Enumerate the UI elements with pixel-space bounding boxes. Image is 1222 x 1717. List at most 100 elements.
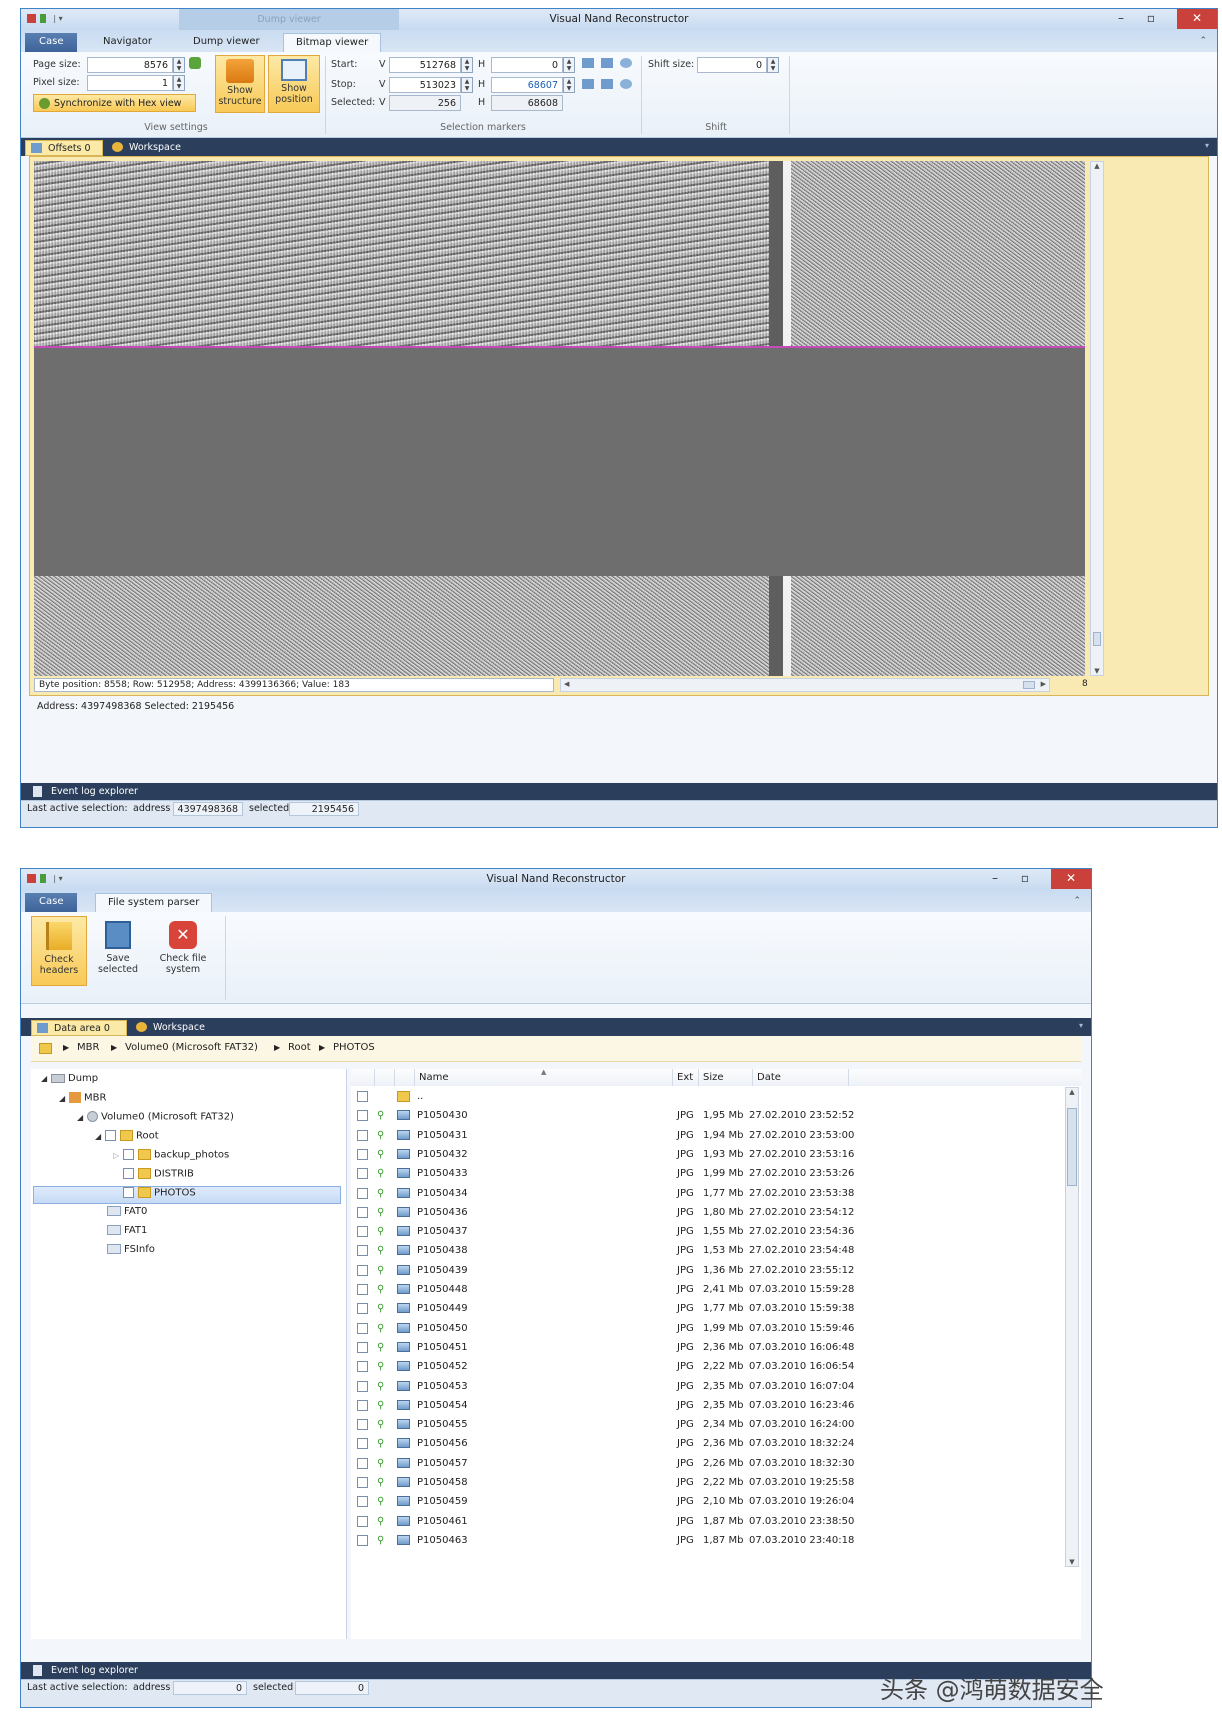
root-checkbox[interactable] bbox=[105, 1130, 116, 1141]
tab-navigator[interactable]: Navigator bbox=[91, 33, 164, 52]
table-row[interactable]: ⚲ P1050430 JPG 1,95 Mb 27.02.2010 23:52:52 bbox=[351, 1106, 1063, 1125]
tree-node-fat1[interactable]: FAT1 bbox=[107, 1225, 147, 1243]
row-checkbox[interactable] bbox=[357, 1148, 368, 1160]
start-v-spinner[interactable]: ▲ ▼ bbox=[461, 57, 473, 73]
scroll-right-icon[interactable]: ▶ bbox=[1041, 680, 1046, 688]
table-row[interactable]: ⚲ P1050459 JPG 2,10 Mb 07.03.2010 19:26:04 bbox=[351, 1492, 1063, 1511]
tree-node-mbr[interactable]: ◢ MBR bbox=[59, 1092, 106, 1110]
row-checkbox[interactable] bbox=[357, 1091, 368, 1102]
bitmap-top-right[interactable] bbox=[791, 161, 1085, 347]
row-checkbox[interactable] bbox=[357, 1380, 368, 1392]
close-button[interactable]: ✕ bbox=[1051, 869, 1091, 889]
horizontal-scrollbar[interactable]: ◀ ▶ bbox=[560, 678, 1050, 692]
tab-bitmap-viewer[interactable]: Bitmap viewer bbox=[283, 33, 382, 52]
table-row[interactable]: ⚲ P1050436 JPG 1,80 Mb 27.02.2010 23:54:12 bbox=[351, 1203, 1063, 1222]
row-checkbox[interactable] bbox=[357, 1187, 368, 1199]
tab-data-area[interactable]: Data area 0 ✕ bbox=[31, 1020, 127, 1045]
stop-h-spinner[interactable]: ▲ ▼ bbox=[563, 77, 575, 93]
tab-case[interactable]: Case bbox=[25, 33, 78, 52]
row-checkbox[interactable] bbox=[357, 1264, 368, 1276]
list-item-parent[interactable]: .. bbox=[351, 1087, 1063, 1106]
row-checkbox[interactable] bbox=[357, 1206, 368, 1218]
row-checkbox[interactable] bbox=[357, 1322, 368, 1334]
tree-node-root[interactable]: ◢ Root bbox=[95, 1130, 159, 1148]
table-row[interactable]: ⚲ P1050454 JPG 2,35 Mb 07.03.2010 16:23:46 bbox=[351, 1396, 1063, 1415]
row-checkbox[interactable] bbox=[357, 1245, 368, 1257]
breadcrumb-photos[interactable]: PHOTOS bbox=[333, 1042, 375, 1053]
table-row[interactable]: ⚲ P1050448 JPG 2,41 Mb 07.03.2010 15:59:28 bbox=[351, 1280, 1063, 1299]
row-checkbox[interactable] bbox=[357, 1341, 368, 1353]
row-checkbox[interactable] bbox=[357, 1284, 368, 1295]
pixel-size-spinner[interactable]: ▲ ▼ bbox=[173, 75, 185, 91]
stop-v-spinner[interactable]: ▲ ▼ bbox=[461, 77, 473, 93]
row-checkbox[interactable] bbox=[357, 1496, 368, 1508]
row-checkbox[interactable] bbox=[357, 1399, 368, 1411]
tab-case[interactable]: Case bbox=[25, 893, 78, 912]
tree-node-distrib[interactable]: DISTRIB bbox=[123, 1168, 194, 1186]
event-log-bar[interactable]: Event log explorer bbox=[21, 783, 1217, 800]
row-checkbox[interactable] bbox=[357, 1110, 368, 1122]
distrib-checkbox[interactable] bbox=[123, 1168, 134, 1179]
breadcrumb-volume[interactable]: Volume0 (Microsoft FAT32) bbox=[125, 1042, 258, 1053]
maximize-button[interactable]: ▫ bbox=[1011, 869, 1039, 889]
start-h-input[interactable]: 0 bbox=[491, 57, 563, 73]
hscroll-thumb[interactable] bbox=[1023, 681, 1035, 689]
row-checkbox[interactable] bbox=[357, 1477, 368, 1488]
row-checkbox[interactable] bbox=[357, 1361, 368, 1373]
column-ext[interactable]: Ext bbox=[673, 1069, 699, 1086]
table-row[interactable]: ⚲ P1050433 JPG 1,99 Mb 27.02.2010 23:53:26 bbox=[351, 1164, 1063, 1183]
tab-workspace[interactable]: Workspace bbox=[131, 1020, 213, 1036]
minimize-button[interactable]: – bbox=[1107, 9, 1135, 29]
select-stop-icon[interactable] bbox=[620, 79, 632, 89]
bitmap-top-left[interactable] bbox=[34, 161, 769, 347]
table-row[interactable]: ⚲ P1050455 JPG 2,34 Mb 07.03.2010 16:24:00 bbox=[351, 1415, 1063, 1434]
row-checkbox[interactable] bbox=[357, 1226, 368, 1238]
select-start-icon[interactable] bbox=[620, 58, 632, 68]
row-checkbox[interactable] bbox=[357, 1457, 368, 1469]
breadcrumb-mbr[interactable]: MBR bbox=[77, 1042, 99, 1053]
row-checkbox[interactable] bbox=[357, 1515, 368, 1527]
tab-offsets[interactable]: Offsets 0 ✕ bbox=[25, 140, 103, 165]
page-size-spinner[interactable]: ▲ ▼ bbox=[173, 57, 185, 73]
goto-start-end-icon[interactable] bbox=[601, 58, 613, 68]
tree-node-volume[interactable]: ◢ Volume0 (Microsoft FAT32) bbox=[77, 1111, 234, 1129]
file-list-scrollbar[interactable]: ▲ ▼ bbox=[1065, 1087, 1079, 1567]
row-checkbox[interactable] bbox=[357, 1168, 368, 1180]
stop-v-input[interactable]: 513023 bbox=[389, 77, 461, 93]
ribbon-collapse-icon[interactable]: ⌃ bbox=[1199, 36, 1207, 46]
row-checkbox[interactable] bbox=[357, 1419, 368, 1431]
save-selected-button[interactable]: Save selected bbox=[93, 916, 143, 986]
column-date[interactable]: Date bbox=[753, 1069, 849, 1086]
scroll-left-icon[interactable]: ◀ bbox=[564, 680, 569, 688]
close-button[interactable]: ✕ bbox=[1177, 9, 1217, 29]
bitmap-selection-band[interactable] bbox=[34, 348, 1085, 576]
start-v-input[interactable]: 512768 bbox=[389, 57, 461, 73]
start-h-spinner[interactable]: ▲ ▼ bbox=[563, 57, 575, 73]
show-position-button[interactable]: Show position bbox=[268, 55, 320, 113]
show-structure-button[interactable]: Show structure bbox=[215, 55, 265, 113]
tree-node-backup-photos[interactable]: ▷ backup_photos bbox=[113, 1149, 229, 1167]
table-row[interactable]: ⚲ P1050434 JPG 1,77 Mb 27.02.2010 23:53:38 bbox=[351, 1184, 1063, 1203]
scroll-thumb[interactable] bbox=[1067, 1108, 1077, 1186]
table-row[interactable]: ⚲ P1050451 JPG 2,36 Mb 07.03.2010 16:06:48 bbox=[351, 1338, 1063, 1357]
tree-node-fsinfo[interactable]: FSInfo bbox=[107, 1244, 155, 1262]
tab-menu-icon[interactable]: ▾ bbox=[1205, 141, 1209, 150]
row-checkbox[interactable] bbox=[357, 1303, 368, 1315]
scroll-down-icon[interactable]: ▼ bbox=[1091, 667, 1103, 675]
scroll-up-icon[interactable]: ▲ bbox=[1091, 162, 1103, 170]
tree-node-fat0[interactable]: FAT0 bbox=[107, 1206, 147, 1224]
shift-size-input[interactable]: 0 bbox=[697, 57, 767, 73]
shift-size-spinner[interactable]: ▲ ▼ bbox=[767, 57, 779, 73]
goto-stop-end-icon[interactable] bbox=[601, 79, 613, 89]
backup-photos-checkbox[interactable] bbox=[123, 1149, 134, 1160]
table-row[interactable]: ⚲ P1050439 JPG 1,36 Mb 27.02.2010 23:55:12 bbox=[351, 1261, 1063, 1280]
table-row[interactable]: ⚲ P1050452 JPG 2,22 Mb 07.03.2010 16:06:54 bbox=[351, 1357, 1063, 1376]
scroll-down-icon[interactable]: ▼ bbox=[1066, 1558, 1078, 1566]
table-row[interactable]: ⚲ P1050431 JPG 1,94 Mb 27.02.2010 23:53:00 bbox=[351, 1126, 1063, 1145]
check-headers-button[interactable]: Check headers bbox=[31, 916, 87, 986]
bitmap-bottom-left[interactable] bbox=[34, 576, 769, 676]
column-size[interactable]: Size bbox=[699, 1069, 753, 1086]
tab-dump-viewer[interactable]: Dump viewer bbox=[181, 33, 272, 52]
table-row[interactable]: ⚲ P1050437 JPG 1,55 Mb 27.02.2010 23:54:36 bbox=[351, 1222, 1063, 1241]
goto-stop-icon[interactable] bbox=[582, 79, 594, 89]
